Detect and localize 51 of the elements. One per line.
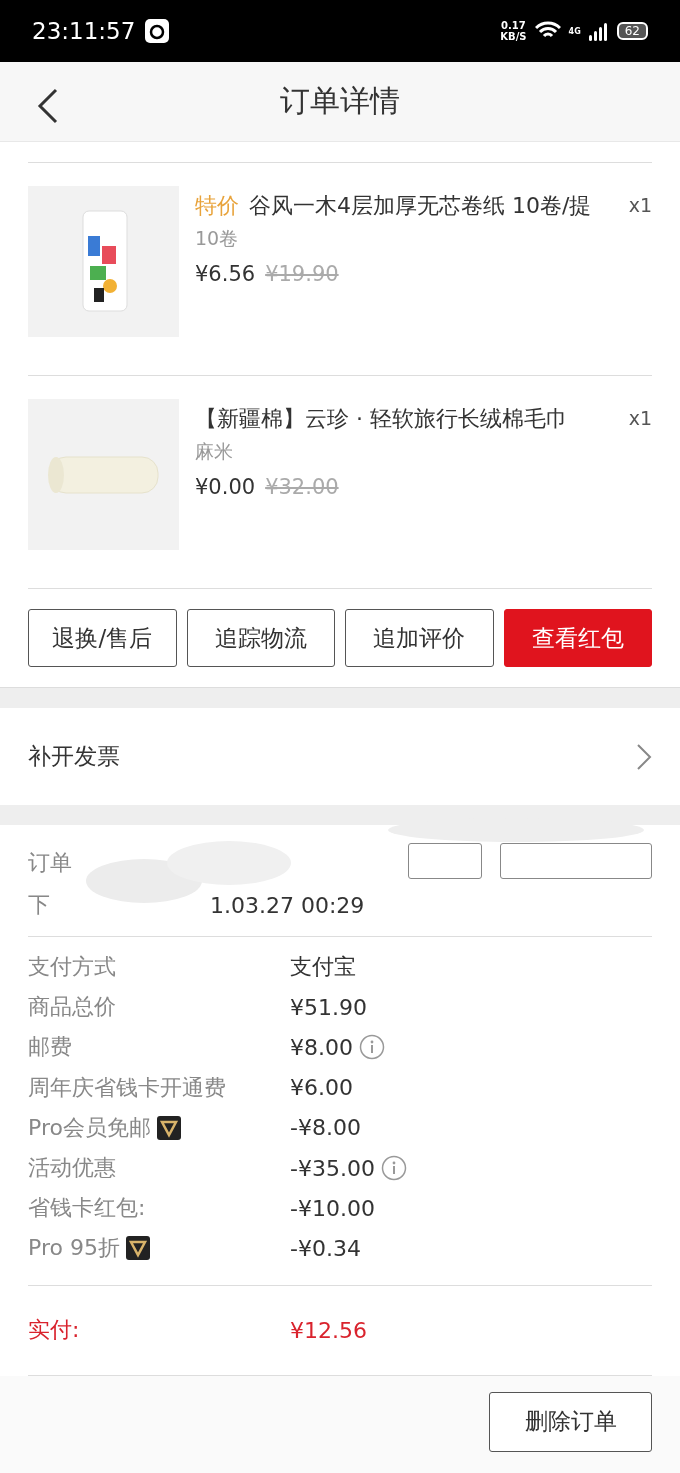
- invoice-label: 补开发票: [28, 742, 120, 771]
- payment-label: 周年庆省钱卡开通费: [28, 1073, 226, 1102]
- product-name[interactable]: 特价 谷风一木4层加厚无芯卷纸 10卷/提: [195, 186, 605, 226]
- product-name[interactable]: 【新疆棉】云珍 · 轻软旅行长绒棉毛巾: [195, 399, 605, 439]
- action-button[interactable]: 追踪物流: [186, 609, 335, 667]
- order-time-label: 下: [28, 891, 50, 919]
- original-price: ¥19.90: [265, 262, 339, 286]
- info-icon[interactable]: [380, 1155, 407, 1182]
- payment-value: -¥8.00: [290, 1115, 361, 1141]
- order-number-label: 订单: [28, 849, 72, 877]
- product-price: ¥6.56: [195, 262, 256, 286]
- product-price: ¥0.00: [195, 475, 256, 499]
- chevron-icon: [636, 742, 652, 771]
- payment-label: 商品总价: [28, 993, 116, 1022]
- original-price: ¥32.00: [265, 475, 339, 499]
- app-notification-icon: [145, 19, 170, 43]
- payment-value: -¥0.34: [290, 1235, 361, 1261]
- delete-order-button[interactable]: 删除订单: [489, 1391, 652, 1452]
- quantity: x1: [628, 406, 652, 431]
- invoice-row[interactable]: 补开发票: [0, 708, 680, 805]
- payment-label: Pro会员免邮: [28, 1113, 151, 1142]
- quantity: x1: [628, 193, 652, 218]
- page-title: 订单详情: [280, 82, 400, 120]
- product-spec: 10卷: [195, 226, 240, 251]
- payment-value: 支付宝: [290, 953, 356, 982]
- total-amount: ¥12.56: [290, 1317, 368, 1343]
- clock: 23:11:57: [32, 18, 136, 44]
- payment-value: ¥8.00: [290, 1034, 353, 1060]
- network-type: 4G: [568, 26, 581, 36]
- outline-button[interactable]: [408, 843, 482, 879]
- back-icon[interactable]: [36, 88, 60, 124]
- payment-value: -¥35.00: [290, 1155, 375, 1181]
- action-button[interactable]: 退换/售后: [28, 609, 177, 667]
- battery-level: 62: [616, 22, 648, 40]
- payment-label: 省钱卡红包:: [28, 1194, 146, 1223]
- product-spec: 麻米: [195, 439, 234, 464]
- payment-value: ¥51.90: [290, 994, 367, 1020]
- order-time: 1.03.27 00:29: [210, 892, 365, 918]
- payment-label: 支付方式: [28, 953, 116, 982]
- network-speed: 0.17 KB/S: [500, 20, 527, 42]
- action-button[interactable]: 追加评价: [345, 609, 494, 667]
- signal-icon: [588, 21, 609, 41]
- total-label: 实付:: [28, 1316, 81, 1344]
- action-button[interactable]: 查看红包: [503, 609, 652, 667]
- payment-label: Pro 95折: [28, 1234, 120, 1263]
- info-icon[interactable]: [359, 1034, 385, 1061]
- payment-label: 邮费: [28, 1033, 72, 1062]
- outline-button[interactable]: [500, 843, 652, 879]
- payment-value: -¥10.00: [290, 1195, 375, 1221]
- payment-label: 活动优惠: [28, 1154, 116, 1183]
- payment-value: ¥6.00: [290, 1075, 353, 1101]
